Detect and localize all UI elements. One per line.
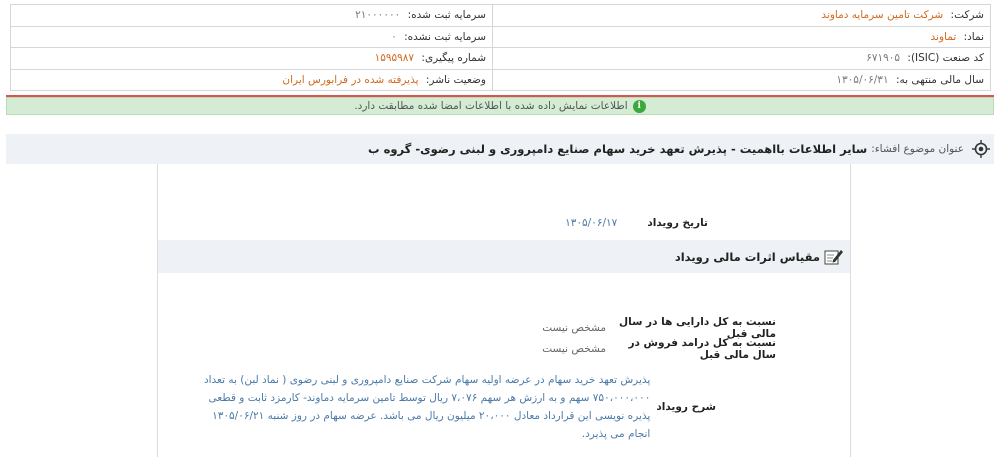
description-label: شرح رویداد xyxy=(656,401,716,413)
company-label: شرکت: xyxy=(950,9,984,22)
status-label: وضعیت ناشر: xyxy=(425,73,486,86)
fiscal-label: سال مالی منتهی به: xyxy=(895,73,984,86)
unregistered-capital-value: ۰ xyxy=(391,30,397,43)
alert-text: اطلاعات نمایش داده شده با اطلاعات امضا ش… xyxy=(354,100,628,112)
description-text: پذیرش تعهد خرید سهام در عرضه اولیه سهام … xyxy=(203,374,651,440)
info-row: نماد: تماوند سرمایه ثبت نشده: ۰ xyxy=(10,25,991,48)
info-icon: i xyxy=(632,99,646,113)
subject-bar: عنوان موضوع افشاء: سایر اطلاعات بااهمیت … xyxy=(6,134,994,164)
info-row: شرکت: شرکت تامین سرمایه دماوند سرمایه ثب… xyxy=(10,4,991,27)
subject-label: عنوان موضوع افشاء: xyxy=(871,143,964,155)
company-info-table: شرکت: شرکت تامین سرمایه دماوند سرمایه ثب… xyxy=(10,4,991,91)
event-description: شرح رویداد پذیرش تعهد خرید سهام در عرضه … xyxy=(196,371,716,443)
unregistered-capital-cell: سرمایه ثبت نشده: ۰ xyxy=(10,25,493,48)
company-value[interactable]: شرکت تامین سرمایه دماوند xyxy=(821,9,943,21)
subject-title: سایر اطلاعات بااهمیت - پذیرش تعهد خرید س… xyxy=(368,142,868,156)
status-value: پذیرفته شده در فرابورس ایران xyxy=(282,73,419,86)
symbol-cell: نماد: تماوند xyxy=(492,25,991,48)
section-header: مقیاس اثرات مالی رویداد xyxy=(158,240,850,273)
symbol-value[interactable]: تماوند xyxy=(931,31,957,43)
registered-capital-value: ۲۱۰۰۰۰۰۰ xyxy=(355,9,401,22)
info-row: سال مالی منتهی به: ۱۳۰۵/۰۶/۳۱ وضعیت ناشر… xyxy=(10,68,991,91)
tracking-cell: شماره پیگیری: ۱۵۹۵۹۸۷ xyxy=(10,47,493,70)
ratio-label: نسبت به کل درامد فروش در سال مالی قبل xyxy=(628,337,776,361)
unregistered-capital-label: سرمایه ثبت نشده: xyxy=(404,30,486,43)
tracking-value: ۱۵۹۵۹۸۷ xyxy=(374,52,415,65)
fiscal-cell: سال مالی منتهی به: ۱۳۰۵/۰۶/۳۱ xyxy=(492,68,991,91)
symbol-label: نماد: xyxy=(963,30,984,43)
edit-icon xyxy=(824,248,844,266)
info-row: کد صنعت (ISIC): ۶۷۱۹۰۵ شماره پیگیری: ۱۵۹… xyxy=(10,47,991,70)
isic-value: ۶۷۱۹۰۵ xyxy=(866,52,901,65)
status-cell: وضعیت ناشر: پذیرفته شده در فرابورس ایران xyxy=(10,68,493,91)
company-cell: شرکت: شرکت تامین سرمایه دماوند xyxy=(492,4,991,27)
target-icon xyxy=(972,140,990,158)
tracking-label: شماره پیگیری: xyxy=(421,52,486,65)
ratio-row-revenue: نسبت به کل درامد فروش در سال مالی قبل مش… xyxy=(542,337,776,361)
registered-capital-cell: سرمایه ثبت شده: ۲۱۰۰۰۰۰۰ xyxy=(10,4,493,27)
isic-cell: کد صنعت (ISIC): ۶۷۱۹۰۵ xyxy=(492,47,991,70)
verification-alert: i اطلاعات نمایش داده شده با اطلاعات امضا… xyxy=(6,97,994,115)
fiscal-value: ۱۳۰۵/۰۶/۳۱ xyxy=(836,73,889,86)
event-date-label: تاریخ رویداد xyxy=(647,217,708,229)
section-title: مقیاس اثرات مالی رویداد xyxy=(674,249,820,264)
report-content: تاریخ رویداد ۱۳۰۵/۰۶/۱۷ مقیاس اثرات مالی… xyxy=(157,164,851,457)
event-date-row: تاریخ رویداد ۱۳۰۵/۰۶/۱۷ xyxy=(565,217,708,229)
event-date-value: ۱۳۰۵/۰۶/۱۷ xyxy=(565,217,618,229)
isic-label: کد صنعت (ISIC): xyxy=(907,52,984,65)
ratio-value: مشخص نیست xyxy=(542,343,606,355)
registered-capital-label: سرمایه ثبت شده: xyxy=(407,9,486,22)
ratio-value: مشخص نیست xyxy=(542,322,606,334)
